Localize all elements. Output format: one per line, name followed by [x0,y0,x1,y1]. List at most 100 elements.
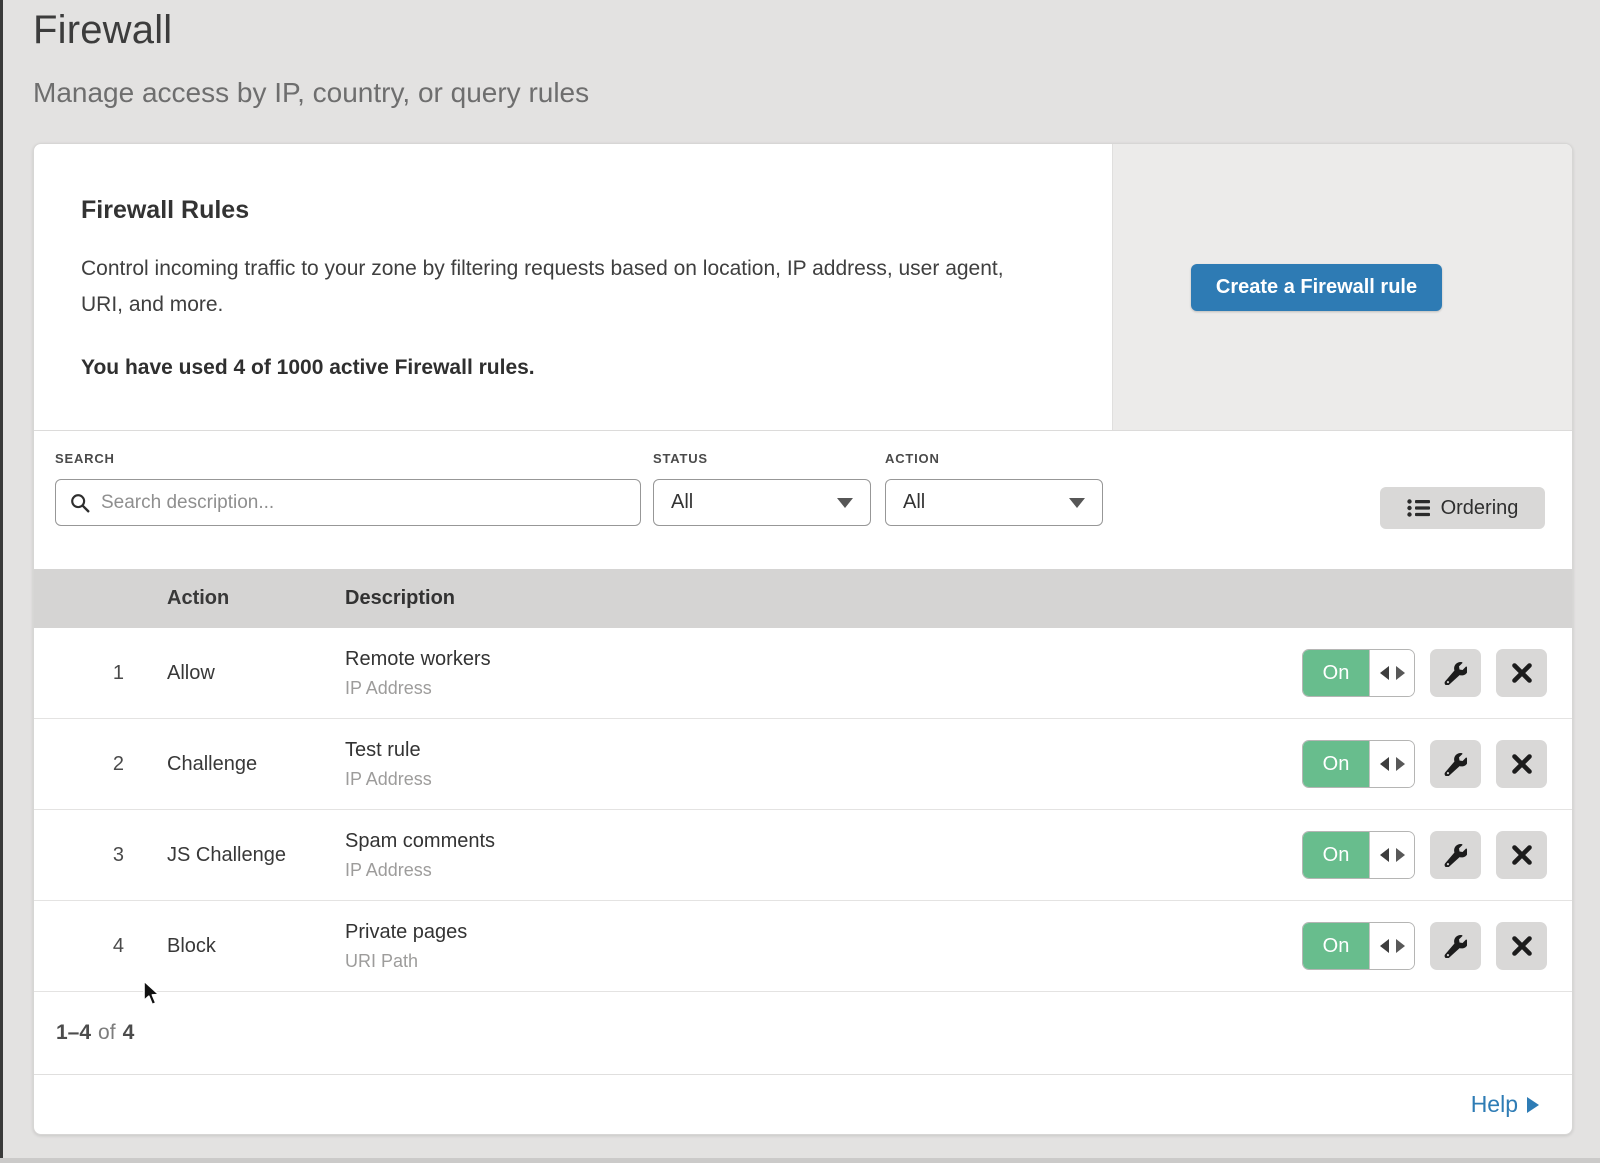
action-column-header: Action [167,587,345,610]
rules-overview-section: Firewall Rules Control incoming traffic … [34,144,1572,431]
delete-rule-button[interactable] [1496,922,1547,970]
rule-enabled-toggle[interactable]: On [1302,831,1415,879]
rule-description-cell: Spam comments IP Address [345,830,1302,881]
rule-priority: 2 [34,753,124,776]
rule-controls: On [1302,649,1572,697]
table-row: 3 JS Challenge Spam comments IP Address … [34,810,1572,901]
chevron-down-icon [1069,498,1085,508]
help-row: Help [34,1074,1572,1134]
help-link[interactable]: Help [1471,1091,1539,1118]
close-icon [1511,935,1533,957]
close-icon [1511,662,1533,684]
delete-rule-button[interactable] [1496,740,1547,788]
search-icon [69,492,91,514]
search-label: SEARCH [55,451,641,466]
action-selected-value: All [903,491,925,514]
rule-controls: On [1302,922,1572,970]
rule-action: JS Challenge [167,844,345,867]
create-rule-panel: Create a Firewall rule [1112,144,1572,430]
rule-match-type: URI Path [345,951,1302,972]
rule-priority: 1 [34,662,124,685]
rule-controls: On [1302,831,1572,879]
triangle-right-icon [1527,1097,1539,1113]
toggle-on-label: On [1303,650,1369,696]
edit-rule-button[interactable] [1430,649,1481,697]
list-icon [1407,498,1430,518]
toggle-on-label: On [1303,923,1369,969]
wrench-icon [1444,753,1467,776]
rule-action: Allow [167,662,345,685]
search-filter-group: SEARCH [55,451,641,526]
search-input-box[interactable] [55,479,641,526]
action-label: ACTION [885,451,1103,466]
rule-priority: 3 [34,844,124,867]
rule-match-type: IP Address [345,860,1302,881]
delete-rule-button[interactable] [1496,649,1547,697]
toggle-arrows-icon[interactable] [1369,923,1414,969]
toggle-on-label: On [1303,832,1369,878]
toggle-arrows-icon[interactable] [1369,832,1414,878]
table-row: 1 Allow Remote workers IP Address On [34,628,1572,719]
rule-action: Challenge [167,753,345,776]
rule-description: Spam comments [345,830,1302,853]
bottom-edge-strip [0,1158,1600,1163]
toggle-arrows-icon[interactable] [1369,650,1414,696]
create-firewall-rule-button[interactable]: Create a Firewall rule [1191,264,1442,311]
rules-table-body: 1 Allow Remote workers IP Address On [34,628,1572,992]
wrench-icon [1444,935,1467,958]
rules-usage-text: You have used 4 of 1000 active Firewall … [81,356,1052,380]
pagination: 1–4 of 4 [34,992,1572,1074]
rule-match-type: IP Address [345,769,1302,790]
rule-description: Test rule [345,739,1302,762]
table-row: 4 Block Private pages URI Path On [34,901,1572,992]
rule-priority: 4 [34,935,124,958]
edit-rule-button[interactable] [1430,831,1481,879]
rule-description: Private pages [345,921,1302,944]
close-icon [1511,844,1533,866]
rule-description-cell: Test rule IP Address [345,739,1302,790]
wrench-icon [1444,662,1467,685]
rule-match-type: IP Address [345,678,1302,699]
toggle-on-label: On [1303,741,1369,787]
search-input[interactable] [101,492,640,514]
status-selected-value: All [671,491,693,514]
rule-description-cell: Private pages URI Path [345,921,1302,972]
page-header: Firewall Manage access by IP, country, o… [33,8,589,109]
edit-rule-button[interactable] [1430,922,1481,970]
rule-enabled-toggle[interactable]: On [1302,649,1415,697]
ordering-button[interactable]: Ordering [1380,487,1545,529]
action-select[interactable]: All [885,479,1103,526]
filters-bar: SEARCH STATUS All ACTION All [34,431,1572,569]
wrench-icon [1444,844,1467,867]
left-edge-strip [0,0,3,1163]
help-link-label: Help [1471,1091,1518,1118]
toggle-arrows-icon[interactable] [1369,741,1414,787]
pagination-range: 1–4 [56,1021,91,1045]
pagination-total: 4 [123,1021,135,1045]
close-icon [1511,753,1533,775]
rule-description-cell: Remote workers IP Address [345,648,1302,699]
rules-heading: Firewall Rules [81,196,1052,225]
action-filter-group: ACTION All [885,451,1103,526]
page-subtitle: Manage access by IP, country, or query r… [33,77,589,109]
rule-enabled-toggle[interactable]: On [1302,740,1415,788]
delete-rule-button[interactable] [1496,831,1547,879]
rules-description: Control incoming traffic to your zone by… [81,251,1031,323]
ordering-button-label: Ordering [1441,497,1519,520]
firewall-rules-card: Firewall Rules Control incoming traffic … [33,143,1573,1135]
pagination-of: of [98,1021,116,1045]
chevron-down-icon [837,498,853,508]
status-filter-group: STATUS All [653,451,871,526]
rules-info: Firewall Rules Control incoming traffic … [34,144,1112,430]
table-row: 2 Challenge Test rule IP Address On [34,719,1572,810]
edit-rule-button[interactable] [1430,740,1481,788]
rule-enabled-toggle[interactable]: On [1302,922,1415,970]
description-column-header: Description [345,587,1302,610]
page-title: Firewall [33,8,589,53]
status-label: STATUS [653,451,871,466]
rule-description: Remote workers [345,648,1302,671]
status-select[interactable]: All [653,479,871,526]
rule-controls: On [1302,740,1572,788]
rule-action: Block [167,935,345,958]
table-header: Action Description [34,569,1572,628]
